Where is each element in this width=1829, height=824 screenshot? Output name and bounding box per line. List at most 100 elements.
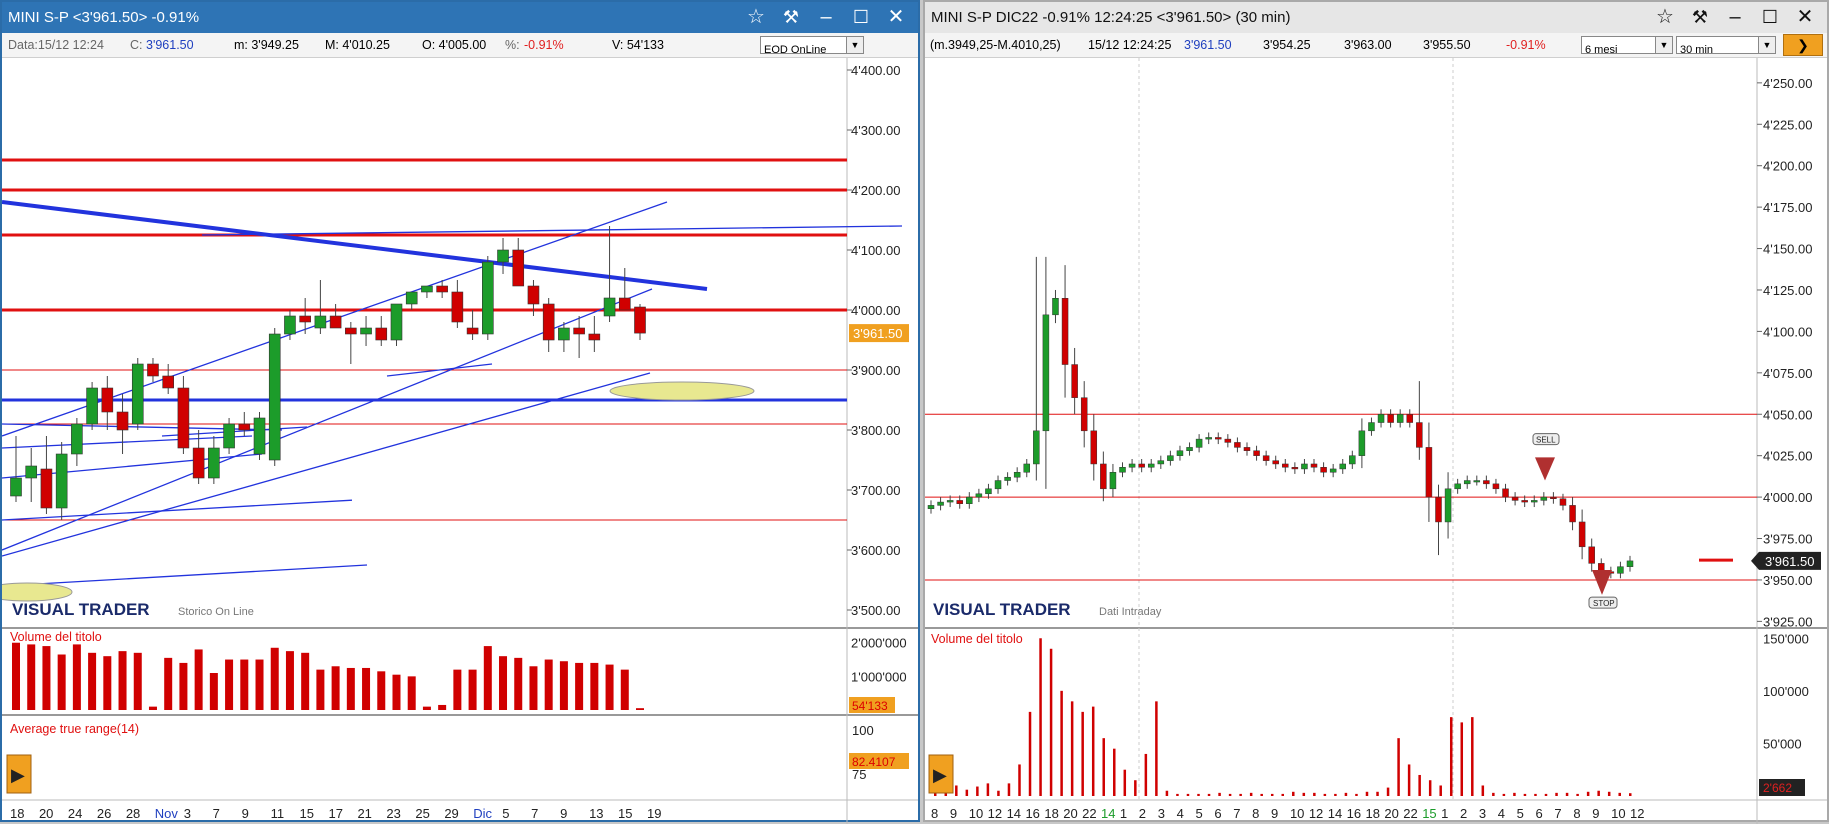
maximize-icon[interactable]: ☐ (1756, 4, 1784, 30)
maximize-icon[interactable]: ☐ (847, 4, 875, 30)
candle-body (25, 465, 38, 479)
candle-body (284, 315, 296, 335)
volume-bar (955, 785, 958, 796)
candle-body (1559, 498, 1567, 506)
volume-bar (1070, 701, 1074, 796)
price-tick-label: 4'100.00 (851, 243, 900, 258)
info-low: 3'955.50 (1423, 38, 1471, 52)
volume-bar (1186, 793, 1190, 796)
volume-bar (1586, 791, 1590, 796)
candle-body (268, 333, 281, 461)
volume-bar (103, 656, 112, 710)
volume-bar (377, 671, 386, 710)
candle-body (1042, 314, 1050, 432)
volume-bar (1323, 793, 1327, 796)
daily-chart-window[interactable]: MINI S-P <3'961.50> -0.91% ☆ ⚒ – ☐ ✕ Dat… (0, 0, 920, 824)
candle-body (238, 423, 251, 431)
volume-bar (118, 651, 127, 710)
candle-body (1215, 437, 1222, 440)
x-tick-label: 14 (1007, 806, 1021, 821)
minimize-icon[interactable]: – (812, 4, 840, 30)
chevron-down-icon[interactable]: ▼ (1758, 37, 1775, 53)
x-tick-label: 29 (444, 806, 458, 821)
volume-bar (1523, 793, 1527, 796)
x-tick-label: 6 (1536, 806, 1543, 821)
volume-bar (1607, 791, 1611, 796)
chevron-down-icon[interactable]: ▼ (1655, 37, 1672, 53)
candle-body (1253, 450, 1260, 456)
candle-body (634, 306, 646, 334)
volume-bar (1576, 793, 1579, 796)
volume-bar (316, 669, 325, 710)
volume-bar (1449, 717, 1453, 796)
price-tick-label: 4'300.00 (851, 123, 900, 138)
daily-chart-svg[interactable]: 4'400.00 4'300.00 4'200.00 4'100.00 4'000.00… (2, 58, 918, 824)
candle-body (40, 468, 53, 509)
star-icon[interactable]: ☆ (742, 4, 770, 30)
expand-chevron-icon[interactable]: ❯ (1783, 34, 1823, 56)
candle-body (1339, 463, 1346, 470)
volume-bar (194, 649, 203, 710)
volume-bar (559, 661, 568, 710)
volume-bar (301, 652, 310, 710)
candle-body (1320, 467, 1327, 473)
candle-body (1444, 488, 1452, 523)
volume-bar (1155, 701, 1158, 796)
volume-bar (1007, 783, 1011, 796)
atr-tick-label: 75 (852, 767, 866, 782)
candle-body (946, 500, 954, 503)
candle-body (1329, 468, 1337, 473)
brand-sub-label: Dati Intraday (1099, 606, 1162, 618)
price-tick-label: 4'050.00 (1763, 407, 1812, 422)
volume-bar (636, 708, 644, 710)
candle-body (1550, 496, 1557, 500)
candle-body (299, 315, 311, 323)
volume-bar (997, 790, 1000, 796)
x-tick-label: 3 (184, 806, 191, 821)
candle-body (1454, 483, 1461, 490)
volume-bar (88, 652, 97, 710)
volume-bar (1102, 738, 1105, 796)
x-tick-label: 18 (10, 806, 24, 821)
chevron-down-icon[interactable]: ▼ (846, 37, 863, 53)
interval-select[interactable]: 30 min ▼ (1676, 36, 1776, 56)
x-tick-label: 20 (1063, 806, 1077, 821)
volume-bar (438, 704, 447, 710)
hammer-icon[interactable]: ⚒ (1686, 4, 1714, 30)
minimize-icon[interactable]: – (1721, 4, 1749, 30)
intraday-chart-window[interactable]: MINI S-P DIC22 -0.91% 12:24:25 <3'961.50… (923, 0, 1829, 824)
candle-body (1377, 414, 1385, 423)
trendline (2, 288, 653, 551)
intraday-chart-svg[interactable]: 4'250.00 4'225.00 4'200.00 4'175.00 4'150.00… (925, 58, 1827, 824)
volume-bar (529, 666, 538, 710)
volume-tick-label: 50'000 (1763, 736, 1802, 751)
volume-bar (1218, 792, 1221, 796)
volume-bar (1292, 791, 1295, 796)
volume-bar (1281, 793, 1284, 796)
hammer-icon[interactable]: ⚒ (777, 4, 805, 30)
candle-body (937, 501, 944, 506)
volume-bar (422, 706, 431, 710)
candle-body (10, 477, 22, 497)
candle-body (1387, 414, 1394, 423)
x-tick-label: 18 (1366, 806, 1380, 821)
volume-bar (57, 654, 66, 710)
mode-select[interactable]: EOD OnLine ▼ (760, 36, 864, 56)
candle-body (405, 291, 418, 305)
candle-body (1119, 467, 1126, 473)
x-tick-label: 11 (271, 806, 285, 821)
x-tick-label: 1 (1441, 806, 1448, 821)
close-icon[interactable]: ✕ (1791, 4, 1819, 30)
close-icon[interactable]: ✕ (882, 4, 910, 30)
volume-bar (1302, 792, 1306, 796)
volume-bar (133, 652, 142, 710)
x-tick-label: 1 (1120, 806, 1127, 821)
candle-body (512, 249, 525, 287)
period-select[interactable]: 6 mesi ▼ (1581, 36, 1673, 56)
right-titlebar[interactable]: MINI S-P DIC22 -0.91% 12:24:25 <3'961.50… (925, 2, 1827, 33)
left-titlebar[interactable]: MINI S-P <3'961.50> -0.91% ☆ ⚒ – ☐ ✕ (2, 2, 918, 33)
candle-body (1349, 455, 1356, 465)
star-icon[interactable]: ☆ (1651, 4, 1679, 30)
x-tick-label: 7 (1233, 806, 1240, 821)
volume-bar (1618, 792, 1621, 796)
